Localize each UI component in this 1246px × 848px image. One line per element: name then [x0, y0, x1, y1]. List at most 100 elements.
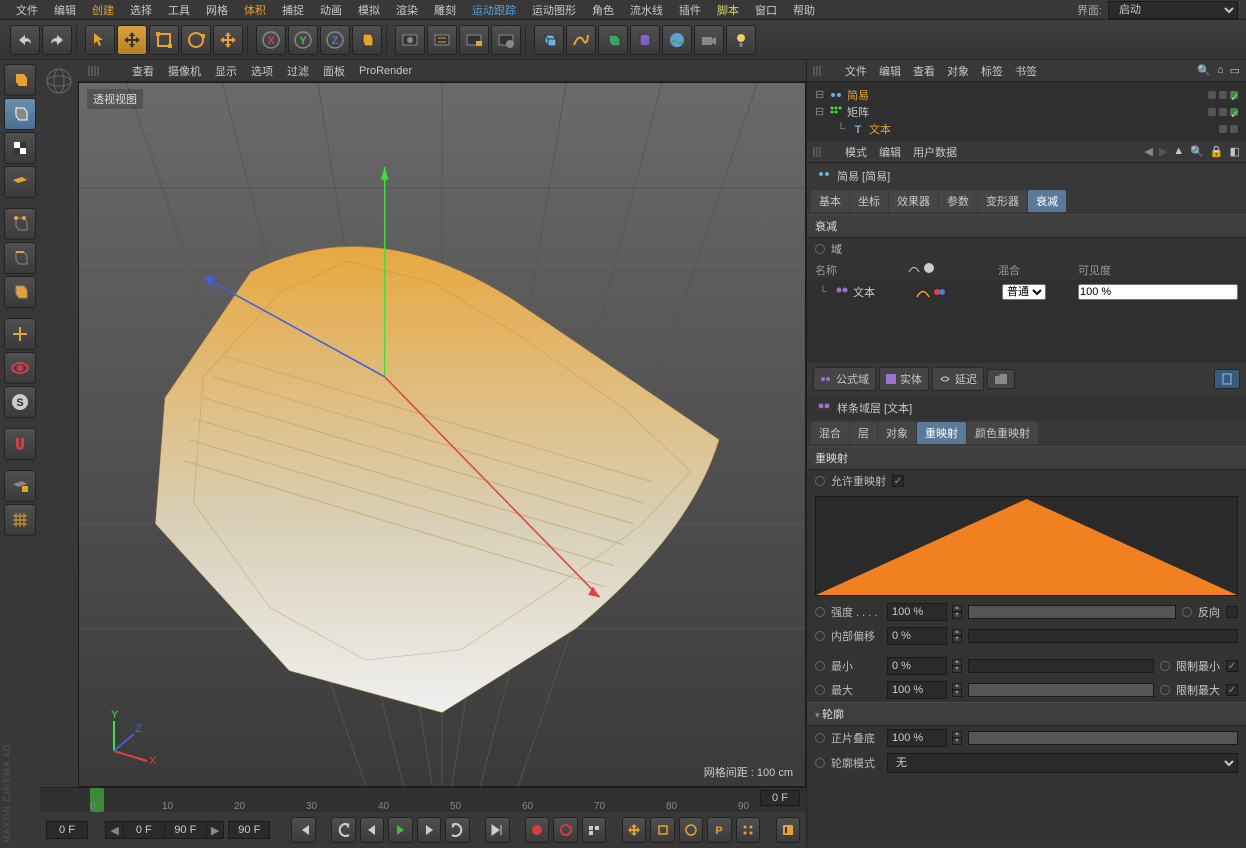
am-lock-icon[interactable]: 🔒 — [1210, 145, 1224, 158]
invert-radio[interactable] — [1182, 607, 1192, 617]
redo-button[interactable] — [42, 25, 72, 55]
tab-effector[interactable]: 效果器 — [889, 190, 938, 212]
z-axis-lock[interactable]: Z — [320, 25, 350, 55]
om-menu-edit[interactable]: 编辑 — [879, 63, 901, 79]
x-axis-lock[interactable]: X — [256, 25, 286, 55]
contour-mode-radio[interactable] — [815, 758, 825, 768]
min-slider[interactable] — [968, 659, 1154, 673]
positive-radio[interactable] — [815, 733, 825, 743]
menu-tools[interactable]: 工具 — [160, 2, 198, 18]
prev-key-button[interactable] — [331, 817, 355, 843]
menu-pipeline[interactable]: 流水线 — [622, 2, 671, 18]
om-menu-tags[interactable]: 标签 — [981, 63, 1003, 79]
globe-icon[interactable] — [44, 66, 74, 96]
menu-animate[interactable]: 动画 — [312, 2, 350, 18]
menu-sculpt[interactable]: 雕刻 — [426, 2, 464, 18]
key-param-button[interactable]: P — [707, 817, 731, 843]
tab-basic[interactable]: 基本 — [811, 190, 849, 212]
texture-mode[interactable] — [4, 132, 36, 164]
stab-blend[interactable]: 混合 — [811, 422, 849, 444]
am-search-icon[interactable]: 🔍 — [1190, 145, 1204, 158]
remap-color-icon[interactable] — [933, 285, 947, 299]
remap-curve-editor[interactable] — [815, 496, 1238, 596]
folder-tool[interactable] — [987, 369, 1015, 389]
inner-offset-radio[interactable] — [815, 631, 825, 641]
perspective-viewport[interactable]: 透视视图 网格间距 : 100 cm Y X Z — [78, 82, 806, 787]
blend-mode-select[interactable]: 普通 — [1002, 284, 1046, 300]
strength-input[interactable] — [887, 603, 947, 621]
stab-object[interactable]: 对象 — [878, 422, 916, 444]
prev-frame-button[interactable] — [360, 817, 384, 843]
clipboard-tool[interactable] — [1214, 369, 1240, 389]
visibility-input[interactable] — [1078, 284, 1238, 300]
menu-mesh[interactable]: 网格 — [198, 2, 236, 18]
vp-menu-display[interactable]: 显示 — [215, 63, 237, 79]
om-menu-bookmarks[interactable]: 书签 — [1015, 63, 1037, 79]
remap-curve-icon[interactable] — [916, 285, 930, 299]
menu-render[interactable]: 渲染 — [388, 2, 426, 18]
clamp-min-checkbox[interactable] — [1226, 660, 1238, 672]
y-axis-lock[interactable]: Y — [288, 25, 318, 55]
range-b-input[interactable] — [165, 822, 207, 838]
add-environment[interactable] — [662, 25, 692, 55]
undo-button[interactable] — [10, 25, 40, 55]
rotate-tool[interactable] — [181, 25, 211, 55]
snap-toggle[interactable]: S — [4, 386, 36, 418]
stab-remap[interactable]: 重映射 — [917, 422, 966, 444]
key-pla-button[interactable] — [736, 817, 760, 843]
render-settings[interactable] — [491, 25, 521, 55]
max-input[interactable] — [887, 681, 947, 699]
edge-mode[interactable] — [4, 242, 36, 274]
coord-system[interactable] — [352, 25, 382, 55]
clamp-min-radio[interactable] — [1160, 661, 1170, 671]
menu-plugins[interactable]: 插件 — [671, 2, 709, 18]
field-radio[interactable] — [815, 244, 825, 254]
om-menu-file[interactable]: 文件 — [845, 63, 867, 79]
menu-snap[interactable]: 捕捉 — [274, 2, 312, 18]
menu-help[interactable]: 帮助 — [785, 2, 823, 18]
add-camera[interactable] — [694, 25, 724, 55]
menu-edit[interactable]: 编辑 — [46, 2, 84, 18]
object-row-plain[interactable]: ⊟ 简易 ✓ — [807, 86, 1246, 103]
live-select-tool[interactable] — [85, 25, 115, 55]
key-rot-button[interactable] — [679, 817, 703, 843]
am-menu-mode[interactable]: 模式 — [845, 144, 867, 160]
current-frame-input[interactable] — [760, 790, 800, 806]
vp-menu-filter[interactable]: 过滤 — [287, 63, 309, 79]
min-input[interactable] — [887, 657, 947, 675]
delay-field-tool[interactable]: 延迟 — [932, 367, 984, 391]
invert-checkbox[interactable] — [1226, 606, 1238, 618]
stab-color-remap[interactable]: 颜色重映射 — [967, 422, 1038, 444]
timeline-ruler[interactable]: 0 10 20 30 40 50 60 70 80 90 — [40, 788, 806, 812]
tab-param[interactable]: 参数 — [939, 190, 977, 212]
goto-end-button[interactable] — [485, 817, 509, 843]
om-path-icon[interactable]: ▭ — [1230, 64, 1240, 77]
vp-menu-prorender[interactable]: ProRender — [359, 65, 412, 77]
range-a-input[interactable] — [123, 822, 165, 838]
menu-volume[interactable]: 体积 — [236, 2, 274, 18]
recent-tool[interactable] — [213, 25, 243, 55]
layout-dropdown[interactable]: 启动 — [1108, 1, 1238, 19]
tab-deformer[interactable]: 变形器 — [978, 190, 1027, 212]
key-pos-button[interactable] — [622, 817, 646, 843]
menu-window[interactable]: 窗口 — [747, 2, 785, 18]
vp-menu-panel[interactable]: 面板 — [323, 63, 345, 79]
make-editable[interactable] — [4, 64, 36, 96]
am-menu-userdata[interactable]: 用户数据 — [913, 144, 957, 160]
magnet-tool[interactable] — [4, 428, 36, 460]
positive-input[interactable] — [887, 729, 947, 747]
allow-remap-radio[interactable] — [815, 476, 825, 486]
tab-coord[interactable]: 坐标 — [850, 190, 888, 212]
range-end-input[interactable] — [228, 821, 270, 839]
clamp-max-checkbox[interactable] — [1226, 684, 1238, 696]
vp-menu-camera[interactable]: 摄像机 — [168, 63, 201, 79]
workplane-grid[interactable] — [4, 504, 36, 536]
scale-tool[interactable] — [149, 25, 179, 55]
add-light[interactable] — [726, 25, 756, 55]
goto-start-button[interactable] — [291, 817, 315, 843]
field-row-text[interactable]: └ 文本 普通 — [807, 280, 1246, 303]
next-key-button[interactable] — [445, 817, 469, 843]
autokey-button[interactable] — [553, 817, 577, 843]
max-radio[interactable] — [815, 685, 825, 695]
menu-create[interactable]: 创建 — [84, 2, 122, 18]
